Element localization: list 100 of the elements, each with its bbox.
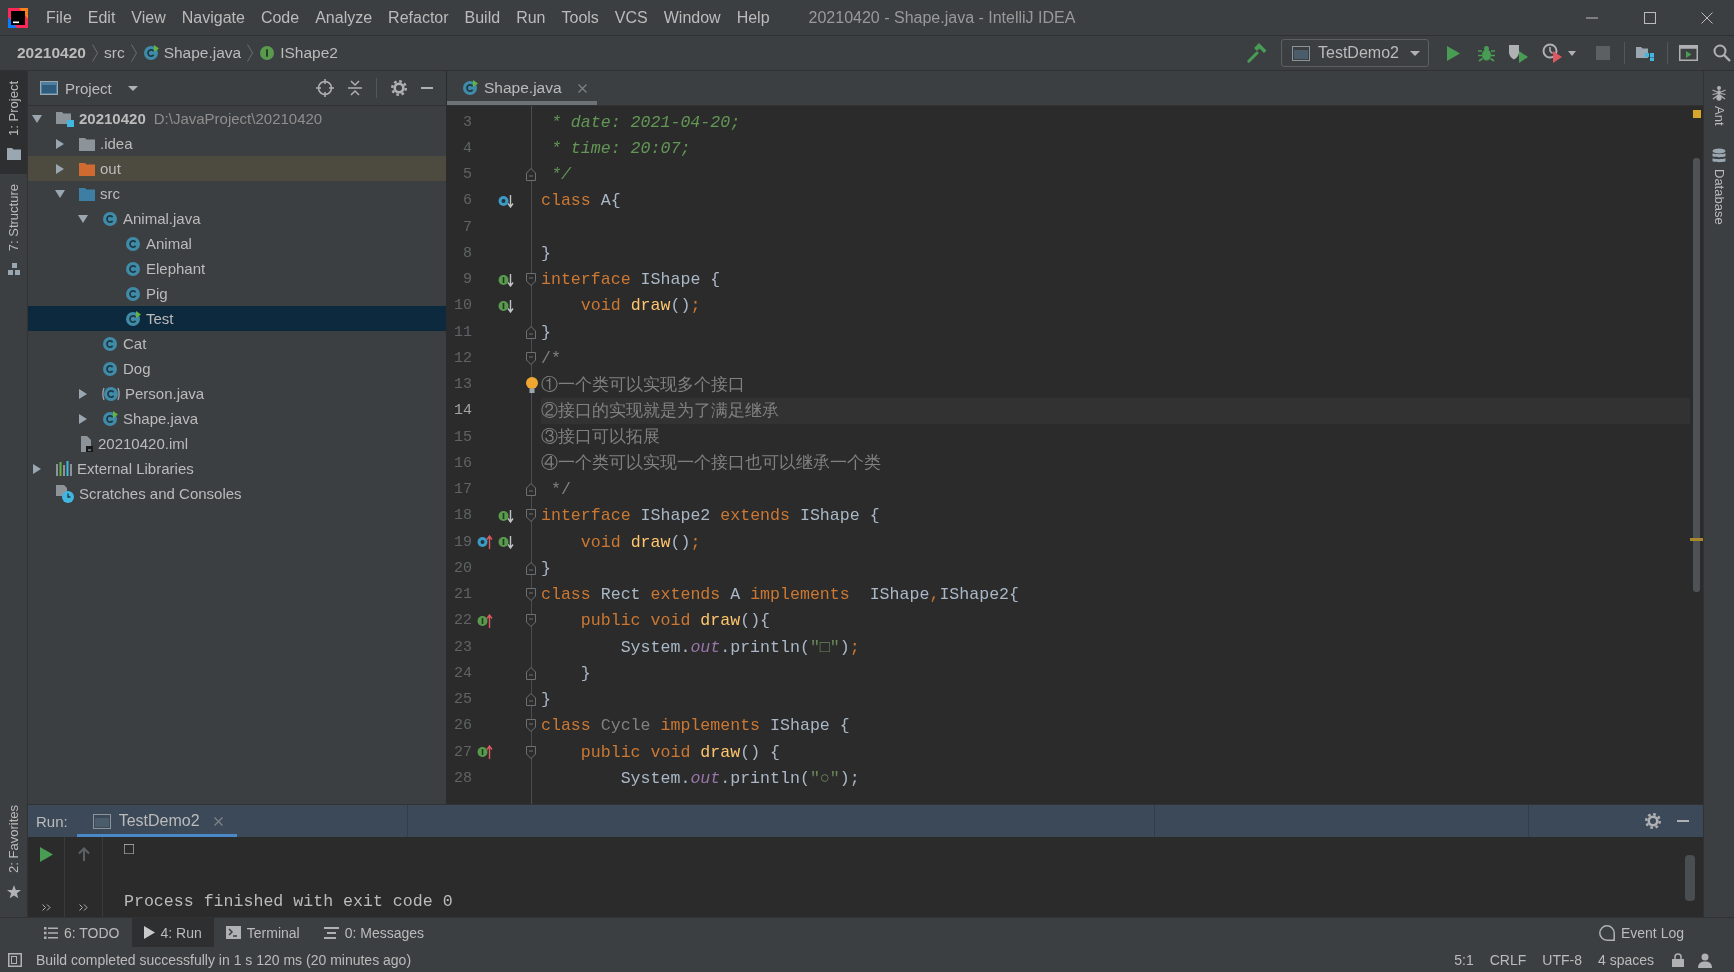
fold-marker-icon[interactable] xyxy=(526,273,536,287)
scrollbar[interactable] xyxy=(1685,855,1695,901)
tree-arrow-down-icon[interactable] xyxy=(32,114,42,123)
menu-item[interactable]: Refactor xyxy=(380,0,457,35)
fold-marker-icon[interactable] xyxy=(526,168,536,182)
tree-item[interactable]: Animal.java xyxy=(28,206,446,231)
menu-item[interactable]: Edit xyxy=(79,0,124,35)
fold-marker-icon[interactable] xyxy=(526,614,536,628)
tree-arrow-right-icon[interactable] xyxy=(79,388,87,399)
run-icon[interactable] xyxy=(39,847,53,862)
tool-window-tab[interactable]: Terminal xyxy=(213,918,312,947)
menu-item[interactable]: Run xyxy=(508,0,554,35)
tree-item[interactable]: out xyxy=(28,156,446,181)
up-arrow-icon[interactable] xyxy=(77,847,90,861)
run-configuration-dropdown[interactable]: TestDemo2 xyxy=(1281,39,1429,67)
scrollbar[interactable] xyxy=(1693,158,1700,592)
collapse-all-icon[interactable] xyxy=(348,80,362,96)
editor-tab[interactable]: Shape.java xyxy=(447,71,597,105)
fold-marker-icon[interactable] xyxy=(526,483,536,497)
tree-arrow-right-icon[interactable] xyxy=(56,138,64,149)
fold-marker-icon[interactable] xyxy=(526,719,536,733)
breadcrumb[interactable]: Shape.java xyxy=(136,38,248,68)
minimize-icon[interactable] xyxy=(1586,16,1598,19)
maximize-icon[interactable] xyxy=(1644,11,1656,24)
class-down-arrow-icon[interactable] xyxy=(497,193,514,208)
panel-toggle-icon[interactable] xyxy=(8,952,22,967)
tree-item[interactable]: Person.java xyxy=(28,381,446,406)
interface-down-arrow-icon[interactable] xyxy=(497,272,514,287)
menu-item[interactable]: View xyxy=(123,0,174,35)
crosshair-icon[interactable] xyxy=(316,79,334,97)
menu-item[interactable]: VCS xyxy=(606,0,656,35)
shield-run-icon[interactable] xyxy=(1508,43,1528,63)
double-chevron-icon[interactable] xyxy=(79,904,88,911)
tree-arrow-right-icon[interactable] xyxy=(56,163,64,174)
menu-item[interactable]: Build xyxy=(456,0,509,35)
tree-item[interactable]: Test xyxy=(28,306,446,331)
menu-item[interactable]: Analyze xyxy=(307,0,381,35)
person-icon[interactable] xyxy=(1698,951,1712,968)
fold-marker-icon[interactable] xyxy=(526,351,536,365)
close-icon[interactable] xyxy=(213,816,223,826)
tree-item[interactable]: .idea xyxy=(28,131,446,156)
fold-marker-icon[interactable] xyxy=(526,588,536,602)
tool-window-tab[interactable]: Database xyxy=(1704,133,1734,233)
tool-window-tab[interactable]: 2: Favorites xyxy=(0,795,27,913)
interface-down-arrow-icon[interactable] xyxy=(497,535,514,550)
debug-bug-icon[interactable] xyxy=(1478,44,1495,62)
fold-marker-icon[interactable] xyxy=(526,325,536,339)
tree-item[interactable]: Pig xyxy=(28,281,446,306)
tree-arrow-right-icon[interactable] xyxy=(79,413,87,424)
tree-item[interactable]: External Libraries xyxy=(28,456,446,481)
menu-item[interactable]: File xyxy=(38,0,80,35)
lock-icon[interactable] xyxy=(1672,952,1684,967)
breadcrumb[interactable]: src xyxy=(97,38,131,68)
tree-item[interactable]: Animal xyxy=(28,231,446,256)
hammer-icon[interactable] xyxy=(1247,43,1267,63)
indent-setting[interactable]: 4 spaces xyxy=(1589,947,1662,972)
tree-item[interactable]: Dog xyxy=(28,356,446,381)
tree-item[interactable]: 20210420 D:\JavaProject\20210420 xyxy=(28,106,446,131)
run-icon[interactable] xyxy=(1447,45,1460,61)
settings-icon[interactable] xyxy=(1645,813,1661,829)
tree-item[interactable]: Cat xyxy=(28,331,446,356)
tool-window-tab[interactable]: 7: Structure xyxy=(0,173,27,290)
tool-window-tab[interactable]: 1: Project xyxy=(0,71,27,174)
interface-down-arrow-icon[interactable] xyxy=(497,508,514,523)
close-icon[interactable] xyxy=(1700,11,1713,24)
settings-icon[interactable] xyxy=(391,80,407,96)
tree-item[interactable]: src xyxy=(28,181,446,206)
menu-item[interactable]: Window xyxy=(655,0,729,35)
interface-up-arrow-icon[interactable] xyxy=(477,613,493,628)
tree-item[interactable]: Elephant xyxy=(28,256,446,281)
caret-position[interactable]: 5:1 xyxy=(1446,947,1482,972)
tree-item[interactable]: Shape.java xyxy=(28,406,446,431)
search-icon[interactable] xyxy=(1713,44,1731,62)
tree-item[interactable]: Scratches and Consoles xyxy=(28,481,446,506)
dropdown-caret-icon[interactable] xyxy=(1568,50,1576,56)
interface-up-arrow-icon[interactable] xyxy=(477,745,493,760)
close-icon[interactable] xyxy=(577,83,587,93)
tool-window-tab[interactable]: 6: TODO xyxy=(32,918,132,947)
menu-item[interactable]: Code xyxy=(252,0,308,35)
tool-window-tab[interactable]: 4: Run xyxy=(131,918,214,947)
menu-item[interactable]: Help xyxy=(728,0,778,35)
menu-item[interactable]: Navigate xyxy=(173,0,253,35)
interface-down-arrow-icon[interactable] xyxy=(497,298,514,313)
project-structure-icon[interactable] xyxy=(1636,45,1655,61)
tree-arrow-right-icon[interactable] xyxy=(33,463,41,474)
line-separator[interactable]: CRLF xyxy=(1481,947,1535,972)
window-play-icon[interactable] xyxy=(1679,45,1698,61)
fold-marker-icon[interactable] xyxy=(526,666,536,680)
fold-marker-icon[interactable] xyxy=(526,745,536,759)
tool-window-tab[interactable]: Ant xyxy=(1704,71,1734,134)
breadcrumb[interactable]: IShape2 xyxy=(253,38,344,68)
lightbulb-icon[interactable] xyxy=(526,376,538,393)
file-encoding[interactable]: UTF-8 xyxy=(1534,947,1590,972)
fold-marker-icon[interactable] xyxy=(526,509,536,523)
tree-item[interactable]: 20210420.iml xyxy=(28,431,446,456)
project-view-dropdown[interactable]: Project xyxy=(40,79,138,97)
clock-run-icon[interactable] xyxy=(1542,43,1564,63)
fold-marker-icon[interactable] xyxy=(526,561,536,575)
run-tab[interactable]: TestDemo2 xyxy=(76,805,237,837)
fold-marker-icon[interactable] xyxy=(526,693,536,707)
